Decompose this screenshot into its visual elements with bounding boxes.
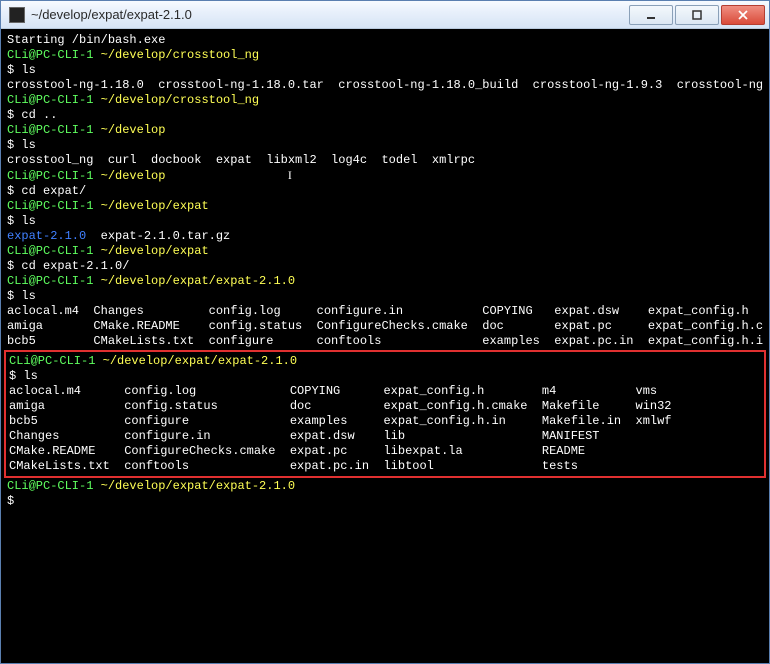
- window-controls: [627, 5, 765, 25]
- maximize-button[interactable]: [675, 5, 719, 25]
- minimize-icon: [646, 10, 656, 20]
- app-icon: [9, 7, 25, 23]
- window-frame: ~/develop/expat/expat-2.1.0 Starting /bi…: [0, 0, 770, 664]
- minimize-button[interactable]: [629, 5, 673, 25]
- window-title: ~/develop/expat/expat-2.1.0: [31, 7, 627, 22]
- highlight-box: CLi@PC-CLI-1 ~/develop/expat/expat-2.1.0…: [4, 350, 766, 478]
- terminal[interactable]: Starting /bin/bash.exeCLi@PC-CLI-1 ~/dev…: [1, 29, 769, 663]
- maximize-icon: [692, 10, 702, 20]
- titlebar[interactable]: ~/develop/expat/expat-2.1.0: [1, 1, 769, 29]
- close-button[interactable]: [721, 5, 765, 25]
- close-icon: [738, 10, 748, 20]
